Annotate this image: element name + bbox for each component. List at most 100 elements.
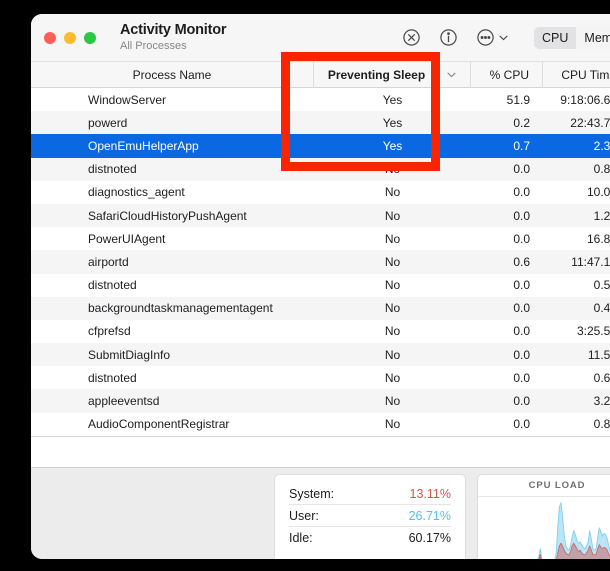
inspect-process-icon[interactable] xyxy=(439,28,458,47)
process-name-cell: airportd xyxy=(88,250,314,273)
process-table[interactable]: WindowServerYes51.99:18:06.63powerdYes0.… xyxy=(31,88,610,436)
cpu-percent-cell: 0.0 xyxy=(471,227,543,250)
preventing-sleep-cell: No xyxy=(314,320,471,343)
preventing-sleep-cell: No xyxy=(314,250,471,273)
preventing-sleep-cell: No xyxy=(314,181,471,204)
table-row[interactable]: appleeventsdNo0.03.24 xyxy=(31,389,610,412)
cpu-time-cell: 0.55 xyxy=(543,274,610,297)
table-row[interactable]: powerdYes0.222:43.76 xyxy=(31,111,610,134)
process-name-cell: diagnostics_agent xyxy=(88,181,314,204)
cpu-percent-cell: 0.0 xyxy=(471,320,543,343)
cpu-percent-cell: 0.0 xyxy=(471,181,543,204)
process-name-cell: OpenEmuHelperApp xyxy=(88,134,314,157)
table-row[interactable]: OpenEmuHelperAppYes0.72.30 xyxy=(31,134,610,157)
cpu-time-cell: 1.20 xyxy=(543,204,610,227)
cpu-percent-cell: 0.7 xyxy=(471,134,543,157)
table-row[interactable]: airportdNo0.611:47.16 xyxy=(31,250,610,273)
preventing-sleep-cell: No xyxy=(314,366,471,389)
stat-row-idle: Idle: 60.17% xyxy=(289,527,451,549)
cpu-time-cell: 0.60 xyxy=(543,366,610,389)
title-block: Activity Monitor All Processes xyxy=(120,22,226,52)
page-title: Activity Monitor xyxy=(120,22,226,39)
cpu-percent-cell: 0.6 xyxy=(471,250,543,273)
window-controls xyxy=(44,32,96,44)
table-row[interactable]: distnotedNo0.00.60 xyxy=(31,366,610,389)
table-row[interactable]: distnotedNo0.00.55 xyxy=(31,274,610,297)
column-header-process-name[interactable]: Process Name xyxy=(31,62,314,88)
column-header-label: Preventing Sleep xyxy=(328,68,425,82)
preventing-sleep-cell: No xyxy=(314,204,471,227)
resource-tabs: CPU Memory E xyxy=(534,27,610,49)
cpu-percent-cell: 0.0 xyxy=(471,204,543,227)
window-titlebar: Activity Monitor All Processes xyxy=(31,14,610,61)
cpu-time-cell: 2.30 xyxy=(543,134,610,157)
cpu-time-cell: 0.40 xyxy=(543,297,610,320)
process-name-cell: cfprefsd xyxy=(88,320,314,343)
cpu-stats-card: System: 13.11% User: 26.71% Idle: 60.17% xyxy=(274,474,466,559)
cpu-time-cell: 11.59 xyxy=(543,343,610,366)
tab-memory[interactable]: Memory xyxy=(576,27,610,49)
maximize-button[interactable] xyxy=(84,32,96,44)
column-header-cpu-percent[interactable]: % CPU xyxy=(471,62,543,88)
cpu-time-cell: 16.84 xyxy=(543,227,610,250)
stat-value: 26.71% xyxy=(409,509,451,523)
preventing-sleep-cell: No xyxy=(314,274,471,297)
process-name-cell: PowerUIAgent xyxy=(88,227,314,250)
cpu-percent-cell: 0.0 xyxy=(471,413,543,436)
column-header-preventing-sleep[interactable]: Preventing Sleep xyxy=(314,62,471,88)
cpu-time-cell: 9:18:06.63 xyxy=(543,88,610,111)
preventing-sleep-cell: No xyxy=(314,297,471,320)
cpu-time-cell: 0.84 xyxy=(543,158,610,181)
process-name-cell: distnoted xyxy=(88,274,314,297)
cpu-percent-cell: 0.0 xyxy=(471,158,543,181)
cpu-percent-cell: 0.0 xyxy=(471,297,543,320)
view-options-icon[interactable] xyxy=(476,28,495,47)
cpu-time-cell: 0.89 xyxy=(543,413,610,436)
table-row[interactable]: backgroundtaskmanagementagentNo0.00.40 xyxy=(31,297,610,320)
process-name-cell: WindowServer xyxy=(88,88,314,111)
window-subtitle: All Processes xyxy=(120,40,226,53)
cpu-time-cell: 3:25.52 xyxy=(543,320,610,343)
table-divider xyxy=(31,436,610,437)
cpu-time-cell: 11:47.16 xyxy=(543,250,610,273)
stat-label: System: xyxy=(289,487,334,501)
toolbar xyxy=(402,14,508,61)
table-row[interactable]: cfprefsdNo0.03:25.52 xyxy=(31,320,610,343)
stop-process-icon[interactable] xyxy=(402,28,421,47)
cpu-percent-cell: 0.0 xyxy=(471,366,543,389)
cpu-time-cell: 22:43.76 xyxy=(543,111,610,134)
cpu-load-graph-card: CPU LOAD xyxy=(477,474,610,559)
preventing-sleep-cell: No xyxy=(314,158,471,181)
minimize-button[interactable] xyxy=(64,32,76,44)
cpu-percent-cell: 0.0 xyxy=(471,343,543,366)
table-row[interactable]: AudioComponentRegistrarNo0.00.89 xyxy=(31,413,610,436)
chevron-down-icon[interactable] xyxy=(499,35,508,41)
chevron-down-icon[interactable] xyxy=(447,72,456,78)
preventing-sleep-cell: No xyxy=(314,343,471,366)
table-row[interactable]: WindowServerYes51.99:18:06.63 xyxy=(31,88,610,111)
footer-panel: System: 13.11% User: 26.71% Idle: 60.17%… xyxy=(31,467,610,559)
close-button[interactable] xyxy=(44,32,56,44)
column-header-cpu-time[interactable]: CPU Time xyxy=(543,62,610,88)
cpu-percent-cell: 0.0 xyxy=(471,274,543,297)
cpu-time-cell: 3.24 xyxy=(543,389,610,412)
view-options-group[interactable] xyxy=(476,28,508,47)
preventing-sleep-cell: Yes xyxy=(314,134,471,157)
process-name-cell: backgroundtaskmanagementagent xyxy=(88,297,314,320)
table-row[interactable]: SubmitDiagInfoNo0.011.59 xyxy=(31,343,610,366)
stat-label: User: xyxy=(289,509,319,523)
table-row[interactable]: PowerUIAgentNo0.016.84 xyxy=(31,227,610,250)
table-header-row: Process Name Preventing Sleep % CPU CPU … xyxy=(31,61,610,88)
process-name-cell: SafariCloudHistoryPushAgent xyxy=(88,204,314,227)
preventing-sleep-cell: No xyxy=(314,227,471,250)
process-name-cell: appleeventsd xyxy=(88,389,314,412)
cpu-percent-cell: 51.9 xyxy=(471,88,543,111)
column-header-label: Process Name xyxy=(133,68,212,82)
stat-value: 13.11% xyxy=(410,487,451,501)
cpu-percent-cell: 0.0 xyxy=(471,389,543,412)
tab-cpu[interactable]: CPU xyxy=(534,27,576,49)
table-row[interactable]: distnotedNo0.00.84 xyxy=(31,158,610,181)
table-row[interactable]: SafariCloudHistoryPushAgentNo0.01.20 xyxy=(31,204,610,227)
table-row[interactable]: diagnostics_agentNo0.010.01 xyxy=(31,181,610,204)
column-header-label: CPU Time xyxy=(561,68,610,82)
